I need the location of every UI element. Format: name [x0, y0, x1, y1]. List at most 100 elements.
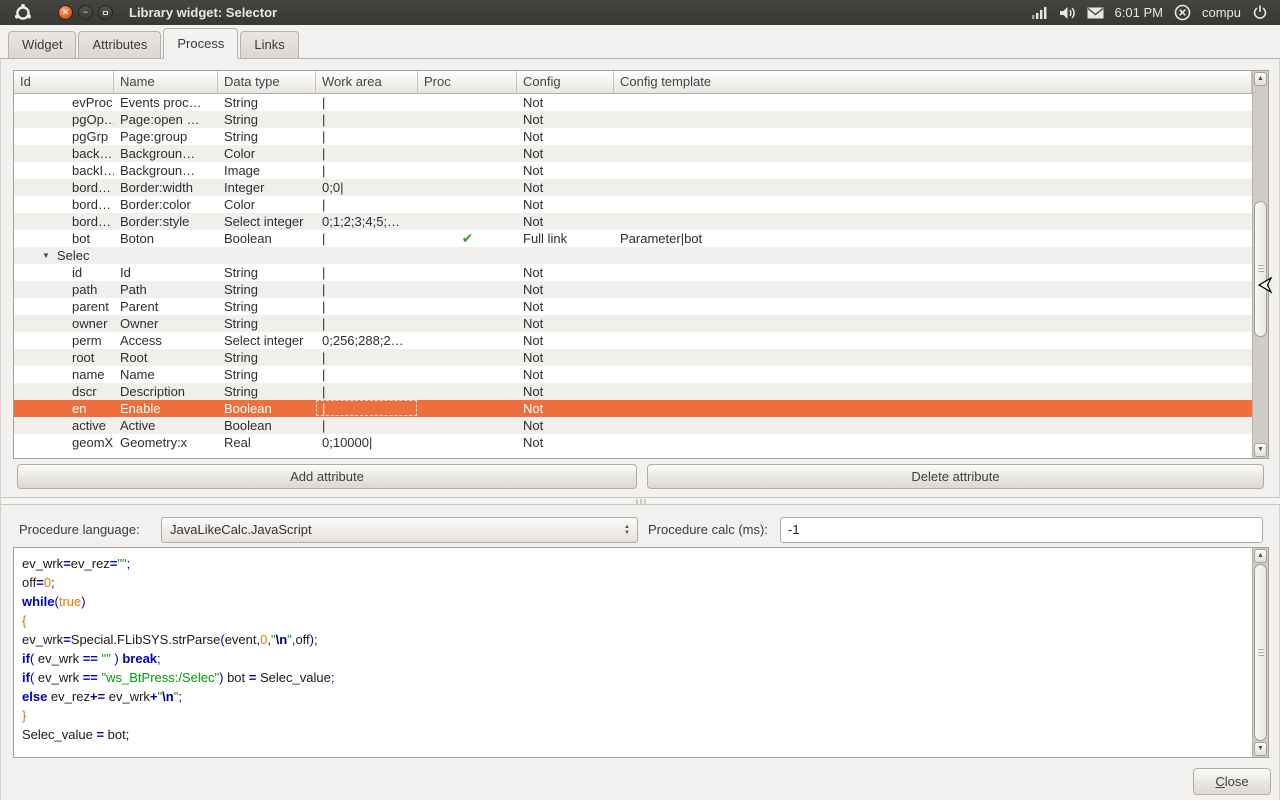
column-header-name[interactable]: Name: [114, 71, 218, 94]
cell-name: Border:width: [114, 179, 218, 196]
cell-proc: [418, 349, 517, 366]
cell-config-template: [614, 94, 1252, 111]
cell-name: Backgroun…: [114, 145, 218, 162]
table-row[interactable]: pgGrpPage:groupString|Not: [14, 128, 1252, 145]
cell-data-type: Color: [218, 145, 316, 162]
scroll-down-icon[interactable]: ▼: [1254, 742, 1267, 756]
tab-attributes[interactable]: Attributes: [78, 31, 161, 58]
cell-id: bord…: [14, 196, 114, 213]
table-row[interactable]: pgOp…Page:open …String|Not: [14, 111, 1252, 128]
cell-config: Not: [517, 264, 614, 281]
tab-widget[interactable]: Widget: [8, 31, 76, 58]
network-signal-icon[interactable]: [1031, 5, 1048, 21]
table-row[interactable]: botBotonBoolean|✔Full linkParameter|bot: [14, 230, 1252, 247]
table-row[interactable]: enEnableBoolean|Not: [14, 400, 1252, 417]
column-header-proc[interactable]: Proc: [418, 71, 517, 94]
table-row[interactable]: bord…Border:styleSelect integer0;1;2;3;4…: [14, 213, 1252, 230]
table-row[interactable]: bord…Border:colorColor|Not: [14, 196, 1252, 213]
table-row[interactable]: geomXGeometry:xReal0;10000|Not: [14, 434, 1252, 451]
code-scrollbar[interactable]: ▲ ▼: [1252, 548, 1268, 757]
column-header-id[interactable]: Id: [14, 71, 114, 94]
procedure-row: Procedure language: JavaLikeCalc.JavaScr…: [1, 517, 1280, 543]
table-row[interactable]: parentParentString|Not: [14, 298, 1252, 315]
window-minimize-button[interactable]: −: [78, 5, 93, 20]
tab-bar: WidgetAttributesProcessLinks: [0, 25, 1280, 59]
code-line: else ev_rez+= ev_wrk+"\n";: [22, 687, 1244, 706]
tab-process[interactable]: Process: [163, 28, 238, 59]
table-row[interactable]: backI…Backgroun…Image|Not: [14, 162, 1252, 179]
column-header-config[interactable]: Config: [517, 71, 614, 94]
panel-indicators: 6:01 PM compu: [1031, 4, 1280, 21]
procedure-calc-input[interactable]: -1: [780, 517, 1263, 543]
cell-config: Not: [517, 196, 614, 213]
table-row[interactable]: ownerOwnerString|Not: [14, 315, 1252, 332]
procedure-language-select[interactable]: JavaLikeCalc.JavaScript ▲▼: [161, 517, 638, 543]
cell-data-type: String: [218, 111, 316, 128]
cell-data-type: Color: [218, 196, 316, 213]
cell-config-template: [614, 213, 1252, 230]
cell-config: Not: [517, 281, 614, 298]
cell-work-area: |: [316, 94, 418, 111]
cell-proc: [418, 434, 517, 451]
ubuntu-logo-icon[interactable]: [14, 4, 32, 22]
cell-name: Page:group: [114, 128, 218, 145]
table-row[interactable]: activeActiveBoolean|Not: [14, 417, 1252, 434]
scrollbar-thumb[interactable]: [1254, 564, 1267, 741]
table-row[interactable]: back…Backgroun…Color|Not: [14, 145, 1252, 162]
table-group-row[interactable]: ▼ Selec: [14, 247, 1252, 264]
code-text[interactable]: ev_wrk=ev_rez="";off=0;while(true){ev_wr…: [14, 548, 1252, 757]
cell-id: owner: [14, 315, 114, 332]
cell-config-template: [614, 196, 1252, 213]
cell-data-type: Integer: [218, 179, 316, 196]
table-row[interactable]: nameNameString|Not: [14, 366, 1252, 383]
power-icon[interactable]: [1252, 4, 1268, 21]
table-row[interactable]: bord…Border:widthInteger0;0|Not: [14, 179, 1252, 196]
session-icon[interactable]: [1174, 4, 1191, 21]
table-row[interactable]: rootRootString|Not: [14, 349, 1252, 366]
top-panel: ✕ − Library widget: Selector: [0, 0, 1280, 25]
table-row[interactable]: evProcEvents proc…String|Not: [14, 94, 1252, 111]
session-label[interactable]: compu: [1202, 5, 1241, 20]
expander-icon[interactable]: ▼: [42, 247, 50, 264]
mail-icon[interactable]: [1087, 6, 1104, 20]
table-row[interactable]: idIdString|Not: [14, 264, 1252, 281]
table-row[interactable]: permAccessSelect integer0;256;288;2…Not: [14, 332, 1252, 349]
attributes-table: IdNameData typeWork areaProcConfigConfig…: [13, 70, 1269, 459]
close-button[interactable]: Close: [1193, 768, 1271, 795]
mouse-cursor: [1258, 276, 1273, 294]
cell-id: root: [14, 349, 114, 366]
splitter-handle[interactable]: [1, 497, 1280, 505]
scroll-down-icon[interactable]: ▼: [1254, 443, 1267, 457]
cell-proc: [418, 417, 517, 434]
cell-data-type: Boolean: [218, 417, 316, 434]
delete-attribute-button[interactable]: Delete attribute: [647, 464, 1264, 489]
column-header-data-type[interactable]: Data type: [218, 71, 316, 94]
cell-work-area: 0;256;288;2…: [316, 332, 418, 349]
volume-icon[interactable]: [1059, 5, 1076, 21]
tab-links[interactable]: Links: [240, 31, 298, 58]
window-close-button[interactable]: ✕: [58, 5, 73, 20]
code-line: if( ev_wrk == "ws_BtPress:/Selec") bot =…: [22, 668, 1244, 687]
cell-proc: [418, 94, 517, 111]
window-maximize-button[interactable]: [98, 5, 113, 20]
scroll-up-icon[interactable]: ▲: [1254, 549, 1267, 563]
column-header-work-area[interactable]: Work area: [316, 71, 418, 94]
cell-config-template: [614, 349, 1252, 366]
table-row[interactable]: dscrDescriptionString|Not: [14, 383, 1252, 400]
process-page: IdNameData typeWork areaProcConfigConfig…: [0, 59, 1280, 800]
column-header-config-template[interactable]: Config template: [614, 71, 1252, 94]
code-line: Selec_value = bot;: [22, 725, 1244, 744]
scrollbar-thumb[interactable]: [1254, 201, 1267, 337]
clock[interactable]: 6:01 PM: [1115, 5, 1163, 20]
cell-data-type: Image: [218, 162, 316, 179]
scroll-up-icon[interactable]: ▲: [1254, 72, 1267, 86]
code-line: {: [22, 611, 1244, 630]
code-editor[interactable]: ev_wrk=ev_rez="";off=0;while(true){ev_wr…: [13, 547, 1269, 758]
cell-id: dscr: [14, 383, 114, 400]
cell-data-type: Select integer: [218, 213, 316, 230]
cell-work-area: |: [316, 315, 418, 332]
group-label: Selec: [57, 247, 90, 264]
table-scrollbar[interactable]: ▲ ▼: [1252, 71, 1268, 458]
add-attribute-button[interactable]: Add attribute: [17, 464, 637, 489]
table-row[interactable]: pathPathString|Not: [14, 281, 1252, 298]
